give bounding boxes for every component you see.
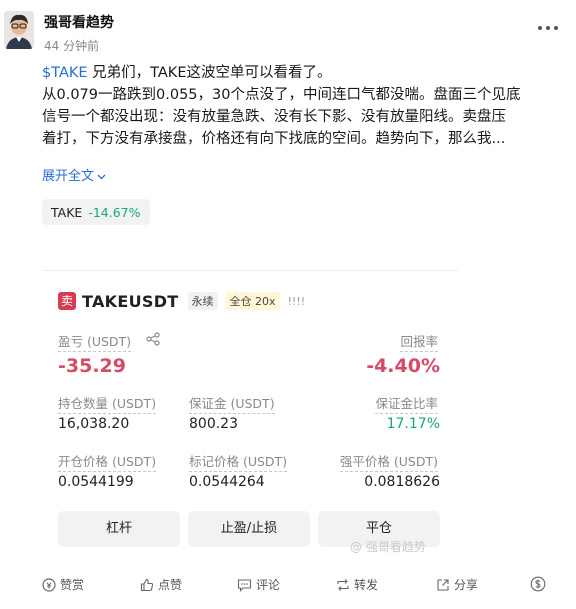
mark-price-label: 标记价格 (USDT) [189,451,288,472]
entry-price-value: 0.0544199 [58,474,134,490]
pnl-label: 盈亏 (USDT) [58,331,132,352]
ticker-chip[interactable]: TAKE -14.67% [42,199,150,225]
action-bar: 赞赏 点赞 评论 转发 分享 [0,570,576,600]
dollar-icon [530,576,546,592]
coin-icon [42,577,56,592]
leverage-button[interactable]: 杠杆 [58,511,180,547]
share-icon[interactable] [146,331,160,350]
entry-price-label: 开仓价格 (USDT) [58,451,157,472]
share-label: 分享 [454,578,479,592]
position-header: 卖 TAKEUSDT 永续 全仓 20x !!!! [58,291,305,311]
post-line-4: 着打，下方没有承接盘，价格还有向下找底的空间。趋势向下，那么我... [42,131,506,147]
avatar[interactable] [4,11,34,49]
position-card: 卖 TAKEUSDT 永续 全仓 20x !!!! 盈亏 (USDT) 回报率 … [42,270,458,561]
more-options-icon[interactable] [536,22,560,34]
post-body: $TAKE 兄弟们，TAKE这波空单可以看看了。 从0.079一路跌到0.055… [42,62,562,150]
chevron-down-icon [97,174,106,179]
margin-value: 800.23 [189,416,238,432]
signal-bars-icon: !!!! [287,294,306,308]
post-line-3: 信号一个都没出现：没有放量急跌、没有长下影、没有放量阳线。卖盘压 [42,109,506,125]
post-time: 44 分钟前 [44,39,100,53]
comment-icon [237,578,252,592]
mark-price-value: 0.0544264 [189,474,265,490]
expand-label: 展开全文 [42,169,95,184]
post-header: 强哥看趋势 44 分钟前 [0,0,576,60]
contract-type-tag: 永续 [187,292,218,310]
roe-value: -4.40% [366,355,440,377]
tip-button[interactable]: 赞赏 [42,576,84,593]
pair-name: TAKEUSDT [82,291,179,311]
pnl-value: -35.29 [58,355,126,377]
post-line-2: 从0.079一路跌到0.055，30个点没了，中间连口气都没喘。盘面三个见底 [42,87,521,103]
repost-icon [337,578,349,591]
watermark: @ 强哥看趋势 [350,540,426,554]
like-label: 点赞 [158,578,183,592]
author-name[interactable]: 强哥看趋势 [44,12,114,32]
roe-label: 回报率 [400,331,438,352]
post-line-1: 兄弟们，TAKE这波空单可以看看了。 [87,65,332,81]
share-arrow-icon [437,578,449,591]
thumbs-up-icon [140,578,154,591]
repost-button[interactable]: 转发 [336,576,378,593]
position-size-value: 16,038.20 [58,416,130,432]
margin-ratio-label: 保证金比率 [375,393,438,414]
ticker-link[interactable]: $TAKE [42,65,88,81]
margin-mode-tag: 全仓 20x [225,292,280,310]
chip-symbol: TAKE [51,204,83,220]
comment-button[interactable]: 评论 [237,576,280,593]
sell-badge: 卖 [58,292,76,310]
comment-label: 评论 [256,578,281,592]
margin-label: 保证金 (USDT) [189,393,275,414]
expand-full-text-button[interactable]: 展开全文 [42,165,106,184]
liq-price-value: 0.0818626 [364,474,440,490]
position-size-label: 持仓数量 (USDT) [58,393,157,414]
tp-sl-button[interactable]: 止盈/止损 [188,511,310,547]
margin-ratio-value: 17.17% [386,416,440,432]
dollar-tip-button[interactable] [530,576,550,592]
share-button[interactable]: 分享 [436,576,478,593]
tip-label: 赞赏 [60,578,85,592]
repost-label: 转发 [354,578,379,592]
liq-price-label: 强平价格 (USDT) [339,451,438,472]
like-button[interactable]: 点赞 [140,576,182,593]
chip-change: -14.67% [88,204,141,220]
